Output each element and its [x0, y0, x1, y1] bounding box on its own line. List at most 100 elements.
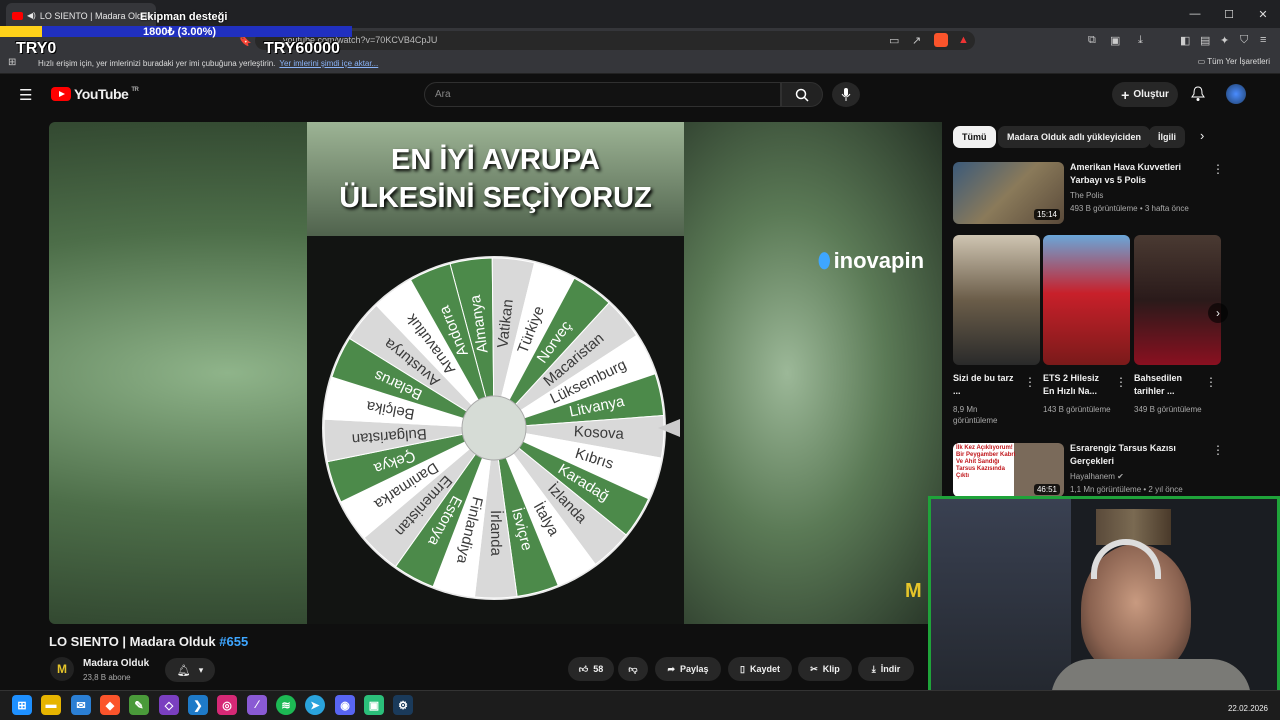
minimize-icon[interactable]: — — [1178, 0, 1212, 28]
search-icon — [795, 88, 809, 102]
import-bookmarks-link[interactable]: Yer imlerini şimdi içe aktar... — [279, 59, 378, 68]
overlay-title-line1: EN İYİ AVRUPA — [391, 144, 600, 176]
hamburger-menu-icon[interactable]: ☰ — [19, 86, 32, 104]
chip-all[interactable]: Tümü — [953, 126, 996, 148]
brave-icon[interactable]: ◆ — [100, 695, 120, 715]
file-explorer-icon[interactable]: ▬ — [41, 695, 61, 715]
donation-goal-title: Ekipman desteği — [140, 11, 228, 23]
chevron-down-icon: ▾ — [198, 664, 204, 675]
video-blur-right — [684, 122, 942, 624]
subscription-notifications-button[interactable]: 🔔︎ ▾ — [165, 658, 215, 682]
related-thumbnail[interactable]: 15:14 — [953, 162, 1064, 224]
close-icon[interactable]: ✕ — [1246, 0, 1280, 28]
maximize-icon[interactable]: ☐ — [1212, 0, 1246, 28]
mail-icon[interactable]: ✉ — [71, 695, 91, 715]
bookmarks-prompt: Hızlı erişim için, yer imlerinizi burada… — [38, 59, 276, 68]
vscode-icon[interactable]: ❯ — [188, 695, 208, 715]
share-icon[interactable]: ↗ — [912, 34, 921, 47]
panel-icon[interactable]: ◧ — [1180, 34, 1190, 47]
related-channel[interactable]: Hayalhanem ✔ — [1070, 471, 1124, 482]
related-meta: 1,1 Mn görüntüleme • 2 yıl önce — [1070, 485, 1183, 494]
sponsor-logo: ⬮ inovapin — [818, 248, 924, 274]
region-code: TR — [131, 87, 139, 93]
create-button[interactable]: + Oluştur — [1112, 82, 1178, 107]
chevron-right-icon[interactable]: › — [1200, 128, 1204, 143]
notifications-bell-icon[interactable] — [1190, 86, 1206, 102]
download-arrow-icon: ⤓ — [871, 663, 876, 674]
channel-name[interactable]: Madara Olduk — [83, 658, 149, 669]
discord-icon[interactable]: ◉ — [335, 695, 355, 715]
apps-grid-icon[interactable]: ⊞ — [8, 57, 16, 68]
wallet-icon[interactable]: ▤ — [1200, 34, 1210, 47]
app-icon[interactable]: ✎ — [129, 695, 149, 715]
feather-icon[interactable]: ∕ — [247, 695, 267, 715]
clip-button[interactable]: ✂ Klip — [798, 657, 852, 681]
shorts-next-icon[interactable]: › — [1208, 303, 1228, 323]
voice-search-button[interactable] — [832, 82, 860, 107]
related-title[interactable]: Esrarengiz Tarsus Kazısı Gerçekleri — [1070, 442, 1205, 468]
dislike-button[interactable]: 👎︎ — [618, 657, 648, 681]
related-thumbnail[interactable]: İlk Kez Açıklıyorum! Bir Peygamber Kabri… — [953, 443, 1064, 497]
donation-progress-fill — [0, 26, 43, 37]
thumbs-down-icon: 👎︎ — [628, 663, 638, 674]
video-hashtag[interactable]: #655 — [219, 634, 248, 649]
more-options-icon[interactable]: ⋮ — [1212, 162, 1224, 176]
user-avatar[interactable] — [1226, 84, 1246, 104]
channel-avatar[interactable]: M — [50, 657, 74, 681]
chip-from-uploader[interactable]: Madara Olduk adlı yükleyiciden — [998, 126, 1151, 148]
screen-icon[interactable]: ▭ — [889, 34, 899, 47]
menu-icon[interactable]: ≡ — [1260, 34, 1266, 46]
short-views: 143 B görüntüleme — [1043, 405, 1111, 414]
short-title[interactable]: ETS 2 Hilesiz En Hızlı Na... — [1043, 372, 1113, 398]
search-input[interactable]: Ara — [424, 82, 781, 107]
speaker-icon[interactable]: ◀) — [27, 11, 36, 20]
more-options-icon[interactable]: ⋮ — [1024, 375, 1036, 389]
location-pin-icon: ⬮ — [818, 249, 831, 272]
short-thumbnail[interactable] — [1043, 235, 1130, 365]
short-title[interactable]: Sizi de bu tarz ... — [953, 372, 1017, 398]
address-bar[interactable]: youtube.com/watch?v=70KCVB4CpJU — [255, 31, 975, 50]
spotify-icon[interactable]: ≋ — [276, 695, 296, 715]
save-button[interactable]: ▯ Kaydet — [728, 657, 792, 681]
share-button[interactable]: ➦ Paylaş — [655, 657, 721, 681]
webcam-wall — [931, 499, 1071, 699]
related-channel[interactable]: The Polis — [1070, 190, 1103, 201]
more-options-icon[interactable]: ⋮ — [1212, 443, 1224, 457]
like-button[interactable]: 👍︎ 58 — [568, 657, 614, 681]
bell-icon: 🔔︎ — [176, 664, 191, 677]
visual-studio-icon[interactable]: ◇ — [159, 695, 179, 715]
spin-wheel: Almanya VatikanTürkiyeNorveçMacaristanLük… — [322, 256, 680, 600]
download-icon[interactable]: ⤓ — [1138, 34, 1143, 47]
download-button[interactable]: ⤓ İndir — [858, 657, 914, 681]
short-thumbnail[interactable] — [1134, 235, 1221, 365]
all-bookmarks[interactable]: ▭ Tüm Yer İşaretleri — [1198, 57, 1270, 66]
webcam-overlay — [928, 496, 1280, 702]
plus-icon: + — [1121, 86, 1130, 103]
more-options-icon[interactable]: ⋮ — [1205, 375, 1217, 389]
windows-icon[interactable]: ⊞ — [12, 695, 32, 715]
share-arrow-icon: ➦ — [667, 663, 675, 674]
share-label: Paylaş — [680, 664, 709, 674]
more-options-icon[interactable]: ⋮ — [1115, 375, 1127, 389]
short-title[interactable]: Bahsedilen tarihler ... — [1134, 372, 1198, 398]
search-button[interactable] — [781, 82, 823, 107]
brave-shield-icon[interactable] — [934, 33, 948, 47]
short-thumbnail[interactable] — [953, 235, 1040, 365]
related-title[interactable]: Amerikan Hava Kuvvetleri Yarbayı vs 5 Po… — [1070, 161, 1200, 187]
youtube-play-icon — [51, 87, 71, 101]
browser-tab[interactable]: ◀) LO SIENTO | Madara Olduk — [6, 3, 156, 28]
brave-rewards-icon[interactable]: ▲ — [958, 34, 969, 46]
chip-related[interactable]: İlgili — [1149, 126, 1185, 148]
steam-icon[interactable]: ⚙ — [393, 695, 413, 715]
save-label: Kaydet — [749, 664, 780, 674]
extensions-icon[interactable]: ⧉ — [1088, 34, 1096, 47]
sidebar-icon[interactable]: ▣ — [1110, 34, 1120, 47]
android-icon[interactable]: ▣ — [364, 695, 384, 715]
instagram-icon[interactable]: ◎ — [217, 695, 237, 715]
telegram-icon[interactable]: ➤ — [305, 695, 325, 715]
window-controls: — ☐ ✕ — [1178, 0, 1280, 28]
youtube-logo[interactable]: YouTube TR — [51, 86, 139, 102]
vpn-icon[interactable]: ⛉ — [1240, 34, 1248, 47]
all-bookmarks-label: Tüm Yer İşaretleri — [1207, 57, 1270, 66]
leo-icon[interactable]: ✦ — [1220, 34, 1229, 47]
